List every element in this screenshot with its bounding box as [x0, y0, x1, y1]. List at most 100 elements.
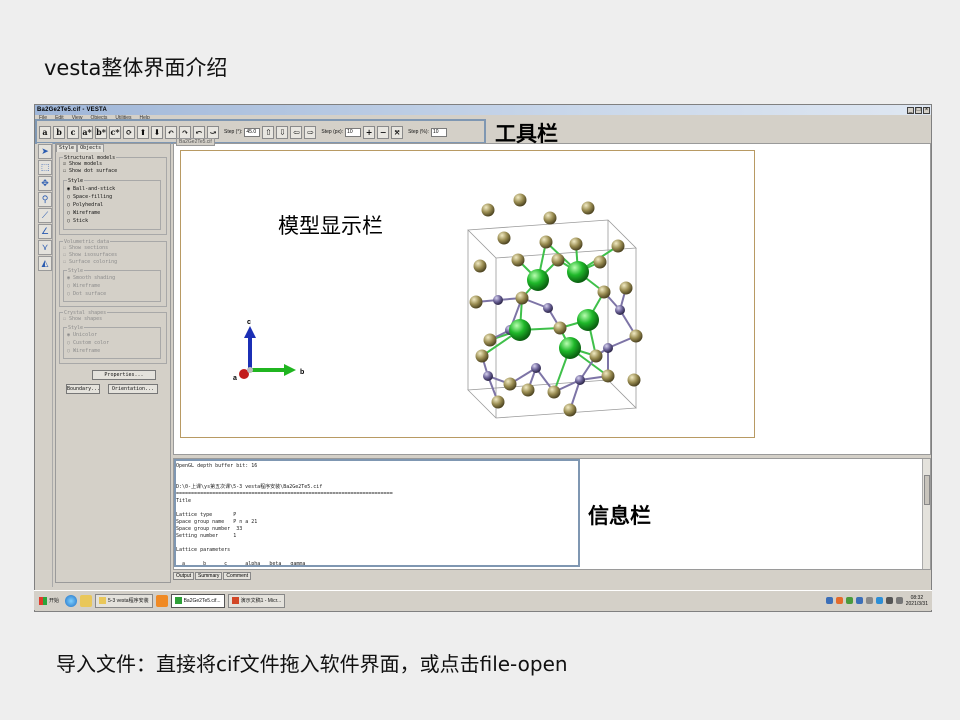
- view-along-c-star-button[interactable]: c*: [109, 125, 121, 139]
- te-atom[interactable]: [597, 285, 611, 299]
- te-atom[interactable]: [581, 201, 595, 215]
- te-atom[interactable]: [569, 237, 583, 251]
- unicolor-radio[interactable]: ◉ Unicolor: [67, 332, 97, 338]
- tab-objects[interactable]: Objects: [77, 144, 105, 152]
- boundary-button[interactable]: Boundary...: [66, 384, 100, 394]
- te-atom[interactable]: [547, 385, 561, 399]
- te-atom[interactable]: [475, 349, 489, 363]
- window-titlebar[interactable]: Ba2Ge2Te5.cif - VESTA _ □ ×: [35, 105, 931, 115]
- translate-up-icon[interactable]: ⇧: [262, 125, 275, 139]
- distance-icon[interactable]: ⟋: [38, 208, 52, 223]
- te-atom[interactable]: [503, 377, 517, 391]
- taskbar-powerpoint-window[interactable]: 演示文稿1 - Micr...: [227, 593, 286, 608]
- style-wireframe-radio[interactable]: ○ Wireframe: [67, 210, 100, 216]
- te-atom[interactable]: [611, 239, 625, 253]
- translate-right-icon[interactable]: ⇨: [304, 125, 317, 139]
- te-atom[interactable]: [497, 231, 511, 245]
- pointer-icon[interactable]: ➤: [38, 144, 52, 159]
- te-atom[interactable]: [483, 333, 497, 347]
- vol-wireframe-radio[interactable]: ○ Wireframe: [67, 283, 100, 289]
- te-atom[interactable]: [481, 203, 495, 217]
- view-along-b-star-button[interactable]: b*: [95, 125, 107, 139]
- ba-atom[interactable]: [543, 303, 553, 313]
- view-along-b-button[interactable]: b: [53, 125, 65, 139]
- orientation-button[interactable]: Orientation...: [108, 384, 158, 394]
- translate-down-icon[interactable]: ⇩: [276, 125, 289, 139]
- show-dot-surface-checkbox[interactable]: ☐ Show dot surface: [63, 168, 117, 174]
- te-atom[interactable]: [619, 281, 633, 295]
- translate-left-icon[interactable]: ⇦: [290, 125, 303, 139]
- tray-icon-5[interactable]: [865, 597, 873, 604]
- maximize-button[interactable]: □: [915, 106, 922, 114]
- volume-icon[interactable]: [895, 597, 903, 604]
- rotate-cw-icon[interactable]: ⤻: [207, 125, 219, 139]
- ge-atom[interactable]: [509, 319, 531, 341]
- tray-icon-6[interactable]: [875, 597, 883, 604]
- style-stick-radio[interactable]: ○ Stick: [67, 218, 88, 224]
- magnify-icon[interactable]: ⚲: [38, 192, 52, 207]
- te-atom[interactable]: [469, 295, 483, 309]
- tray-icon-4[interactable]: [855, 597, 863, 604]
- crystal-wireframe-radio[interactable]: ○ Wireframe: [67, 348, 100, 354]
- system-clock[interactable]: 08:32 2021/3/31: [906, 595, 928, 607]
- ba-atom[interactable]: [603, 343, 613, 353]
- tab-comment[interactable]: Comment: [223, 572, 252, 580]
- taskbar-vesta-window[interactable]: Ba2Ge2Te5.cif...: [170, 593, 225, 608]
- style-space-filling-radio[interactable]: ○ Space-filling: [67, 194, 112, 200]
- te-atom[interactable]: [543, 211, 557, 225]
- rotate-right-icon[interactable]: ↷: [179, 125, 191, 139]
- te-atom[interactable]: [513, 193, 527, 207]
- crystal-structure-model[interactable]: [458, 180, 698, 420]
- zoom-out-icon[interactable]: −: [377, 125, 390, 139]
- te-atom[interactable]: [551, 253, 565, 267]
- viewport-file-tab[interactable]: Ba2Ge2Te5.cif: [176, 138, 215, 146]
- custom-color-radio[interactable]: ○ Custom color: [67, 340, 109, 346]
- rotate-ccw-icon[interactable]: ⤺: [193, 125, 205, 139]
- select-icon[interactable]: ⬚: [38, 160, 52, 175]
- smooth-shading-radio[interactable]: ◉ Smooth shading: [67, 275, 115, 281]
- step-px-input[interactable]: 10: [345, 127, 362, 137]
- view-along-a-star-button[interactable]: a*: [81, 125, 93, 139]
- te-atom[interactable]: [515, 291, 529, 305]
- te-atom[interactable]: [589, 349, 603, 363]
- te-atom[interactable]: [553, 321, 567, 335]
- show-shapes-checkbox[interactable]: ☐ Show shapes: [63, 316, 102, 322]
- tab-output[interactable]: Output: [173, 572, 195, 580]
- info-scrollbar[interactable]: [922, 459, 930, 569]
- ge-atom[interactable]: [577, 309, 599, 331]
- step-deg-input[interactable]: 45.0: [244, 127, 261, 137]
- zoom-in-icon[interactable]: +: [363, 125, 376, 139]
- te-atom[interactable]: [563, 403, 577, 417]
- te-atom[interactable]: [539, 235, 553, 249]
- te-atom[interactable]: [521, 383, 535, 397]
- ba-atom[interactable]: [575, 375, 585, 385]
- rotate-down-icon[interactable]: ⬇: [151, 125, 163, 139]
- rotate-left-icon[interactable]: ↶: [165, 125, 177, 139]
- te-atom[interactable]: [491, 395, 505, 409]
- ba-atom[interactable]: [615, 305, 625, 315]
- standard-orientation-icon[interactable]: ⟳: [123, 125, 135, 139]
- ba-atom[interactable]: [483, 371, 493, 381]
- properties-button[interactable]: Properties...: [92, 370, 156, 380]
- show-sections-checkbox[interactable]: ☐ Show sections: [63, 245, 108, 251]
- view-along-a-button[interactable]: a: [39, 125, 51, 139]
- show-isosurfaces-checkbox[interactable]: ☐ Show isosurfaces: [63, 252, 117, 258]
- angle-icon[interactable]: ∠: [38, 224, 52, 239]
- info-scroll-thumb[interactable]: [924, 475, 930, 505]
- ge-atom[interactable]: [527, 269, 549, 291]
- boundary-icon[interactable]: ◭: [38, 256, 52, 271]
- media-player-icon[interactable]: [155, 594, 168, 607]
- tray-icon-1[interactable]: [825, 597, 833, 604]
- tray-icon-3[interactable]: [845, 597, 853, 604]
- te-atom[interactable]: [601, 369, 615, 383]
- te-atom[interactable]: [593, 255, 607, 269]
- fit-to-screen-icon[interactable]: ⤧: [391, 125, 404, 139]
- dihedral-icon[interactable]: ⋎: [38, 240, 52, 255]
- tray-icon-7[interactable]: [885, 597, 893, 604]
- style-ball-and-stick-radio[interactable]: ◉ Ball-and-stick: [67, 186, 115, 192]
- dot-surface-radio[interactable]: ○ Dot surface: [67, 291, 106, 297]
- tab-summary[interactable]: Summary: [195, 572, 223, 580]
- tab-style[interactable]: Style: [56, 144, 78, 152]
- ba-atom[interactable]: [493, 295, 503, 305]
- minimize-button[interactable]: _: [907, 106, 914, 114]
